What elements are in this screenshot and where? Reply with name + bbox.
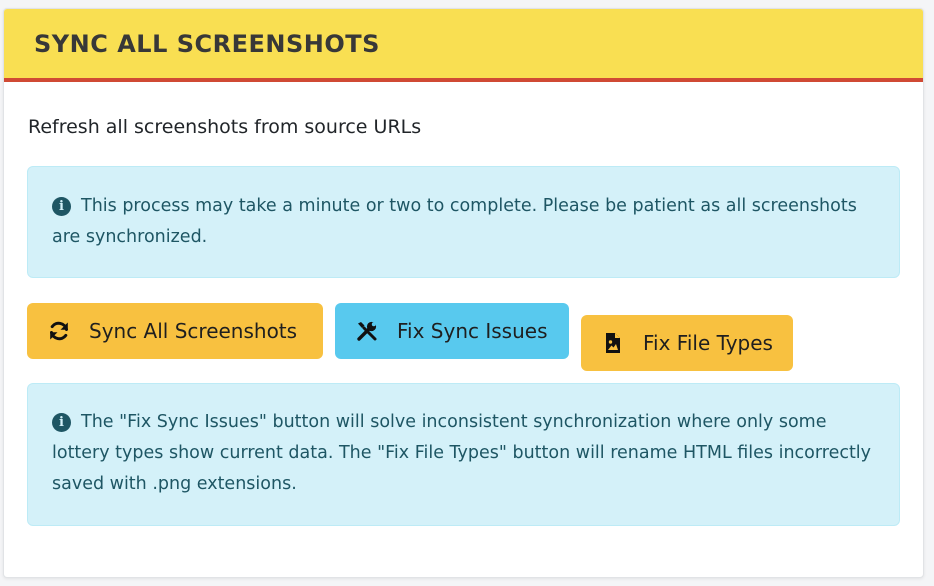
fix-sync-issues-button[interactable]: Fix Sync Issues (335, 303, 569, 359)
sync-icon (47, 319, 71, 343)
info-icon: i (52, 413, 71, 432)
card-header: SYNC ALL SCREENSHOTS (4, 9, 923, 82)
fix-file-types-label: Fix File Types (643, 331, 773, 355)
info-alert: i This process may take a minute or two t… (27, 166, 900, 278)
tools-icon (355, 319, 379, 343)
file-image-icon (601, 331, 625, 355)
info-icon: i (52, 197, 71, 216)
sync-all-screenshots-button[interactable]: Sync All Screenshots (27, 303, 323, 359)
info-alert-text: This process may take a minute or two to… (52, 196, 857, 247)
sync-all-screenshots-label: Sync All Screenshots (89, 319, 298, 343)
page-title: SYNC ALL SCREENSHOTS (34, 29, 380, 58)
subtitle: Refresh all screenshots from source URLs (28, 116, 422, 138)
fix-sync-issues-label: Fix Sync Issues (397, 319, 548, 343)
help-alert-text: The "Fix Sync Issues" button will solve … (52, 412, 872, 494)
help-alert: i The "Fix Sync Issues" button will solve… (27, 383, 900, 526)
fix-file-types-button[interactable]: Fix File Types (581, 315, 793, 371)
sync-card: SYNC ALL SCREENSHOTS Refresh all screens… (3, 8, 924, 578)
